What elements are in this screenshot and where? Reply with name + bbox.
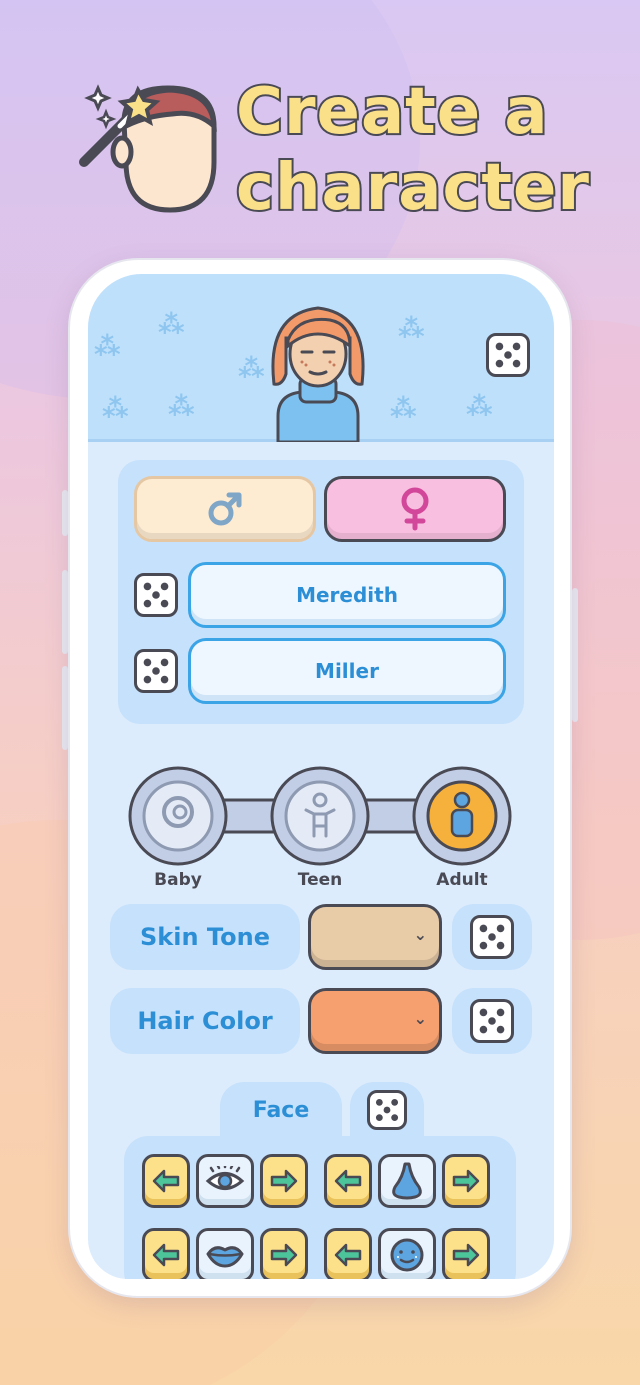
freckle-face-icon [390, 1238, 424, 1272]
female-symbol-icon [401, 487, 429, 531]
chevron-down-icon: ⌄ [413, 925, 427, 944]
eye-prev-button[interactable] [142, 1154, 190, 1208]
randomize-face-button[interactable] [367, 1090, 407, 1130]
nose-prev-button[interactable] [324, 1154, 372, 1208]
hair-color-dice-wrap [452, 988, 532, 1054]
adult-icon [453, 791, 471, 809]
nose-next-button[interactable] [442, 1154, 490, 1208]
dna-pattern-icon: ⁂ [102, 394, 129, 424]
skin-tone-dice-wrap [452, 904, 532, 970]
age-label-baby: Baby [154, 870, 202, 890]
tab-face[interactable]: Face [220, 1082, 342, 1142]
age-option-teen[interactable] [270, 766, 370, 866]
dna-pattern-icon: ⁂ [168, 392, 195, 422]
eye-next-button[interactable] [260, 1154, 308, 1208]
arrow-right-icon [270, 1243, 298, 1267]
hero-title: Create a character [234, 73, 591, 227]
skin-tone-label: Skin Tone [110, 904, 300, 970]
identity-card: Meredith Miller [118, 460, 524, 724]
dna-pattern-icon: ⁂ [466, 392, 493, 422]
chevron-down-icon: ⌄ [413, 1009, 427, 1028]
phone-frame: ⁂ ⁂ ⁂ ⁂ ⁂ ⁂ ⁂ ⁂ Meredith Miller Baby Tee… [68, 258, 572, 1298]
dice-icon [143, 582, 169, 608]
arrow-left-icon [334, 1169, 362, 1193]
hair-color-select[interactable]: ⌄ [308, 988, 442, 1054]
randomize-avatar-button[interactable] [486, 333, 530, 377]
arrow-left-icon [152, 1169, 180, 1193]
dice-icon [143, 658, 169, 684]
lips-feature-button[interactable] [196, 1228, 254, 1279]
randomize-hair-color-button[interactable] [470, 999, 514, 1043]
eye-icon [205, 1166, 245, 1190]
avatar-preview [271, 306, 365, 442]
randomize-first-name-button[interactable] [134, 573, 178, 617]
app-screen: ⁂ ⁂ ⁂ ⁂ ⁂ ⁂ ⁂ ⁂ Meredith Miller Baby Tee… [88, 274, 554, 1279]
eye-feature-button[interactable] [196, 1154, 254, 1208]
skin-detail-next-button[interactable] [442, 1228, 490, 1279]
dna-pattern-icon: ⁂ [390, 394, 417, 424]
dna-pattern-icon: ⁂ [158, 310, 185, 340]
wand-character-icon [79, 84, 217, 213]
arrow-right-icon [452, 1169, 480, 1193]
gender-male-button[interactable] [134, 476, 316, 542]
randomize-skin-tone-button[interactable] [470, 915, 514, 959]
dice-icon [495, 342, 521, 368]
male-symbol-icon [208, 492, 242, 526]
dna-pattern-icon: ⁂ [94, 332, 121, 362]
hero-banner: Create a character [0, 60, 640, 230]
arrow-right-icon [452, 1243, 480, 1267]
arrow-right-icon [270, 1169, 298, 1193]
arrow-left-icon [334, 1243, 362, 1267]
nose-feature-button[interactable] [378, 1154, 436, 1208]
age-label-adult: Adult [436, 870, 488, 890]
skin-detail-prev-button[interactable] [324, 1228, 372, 1279]
age-option-adult[interactable] [412, 766, 512, 866]
dice-icon [375, 1098, 399, 1122]
last-name-field[interactable]: Miller [188, 638, 506, 704]
randomize-last-name-button[interactable] [134, 649, 178, 693]
skin-tone-select[interactable]: ⌄ [308, 904, 442, 970]
age-label-teen: Teen [297, 870, 343, 890]
nose-icon [392, 1162, 422, 1200]
skin-detail-feature-button[interactable] [378, 1228, 436, 1279]
arrow-left-icon [152, 1243, 180, 1267]
phone-side-button [572, 588, 578, 722]
hair-color-label: Hair Color [110, 988, 300, 1054]
gender-female-button[interactable] [324, 476, 506, 542]
dna-pattern-icon: ⁂ [398, 314, 425, 344]
tab-randomize-face[interactable] [350, 1082, 424, 1138]
age-option-baby[interactable] [128, 766, 228, 866]
face-features-panel [124, 1136, 516, 1279]
lips-prev-button[interactable] [142, 1228, 190, 1279]
first-name-field[interactable]: Meredith [188, 562, 506, 628]
lips-next-button[interactable] [260, 1228, 308, 1279]
lips-icon [206, 1246, 244, 1268]
age-selector [128, 766, 512, 866]
dice-icon [479, 924, 505, 950]
avatar-preview-header: ⁂ ⁂ ⁂ ⁂ ⁂ ⁂ ⁂ ⁂ [88, 274, 554, 442]
dice-icon [479, 1008, 505, 1034]
